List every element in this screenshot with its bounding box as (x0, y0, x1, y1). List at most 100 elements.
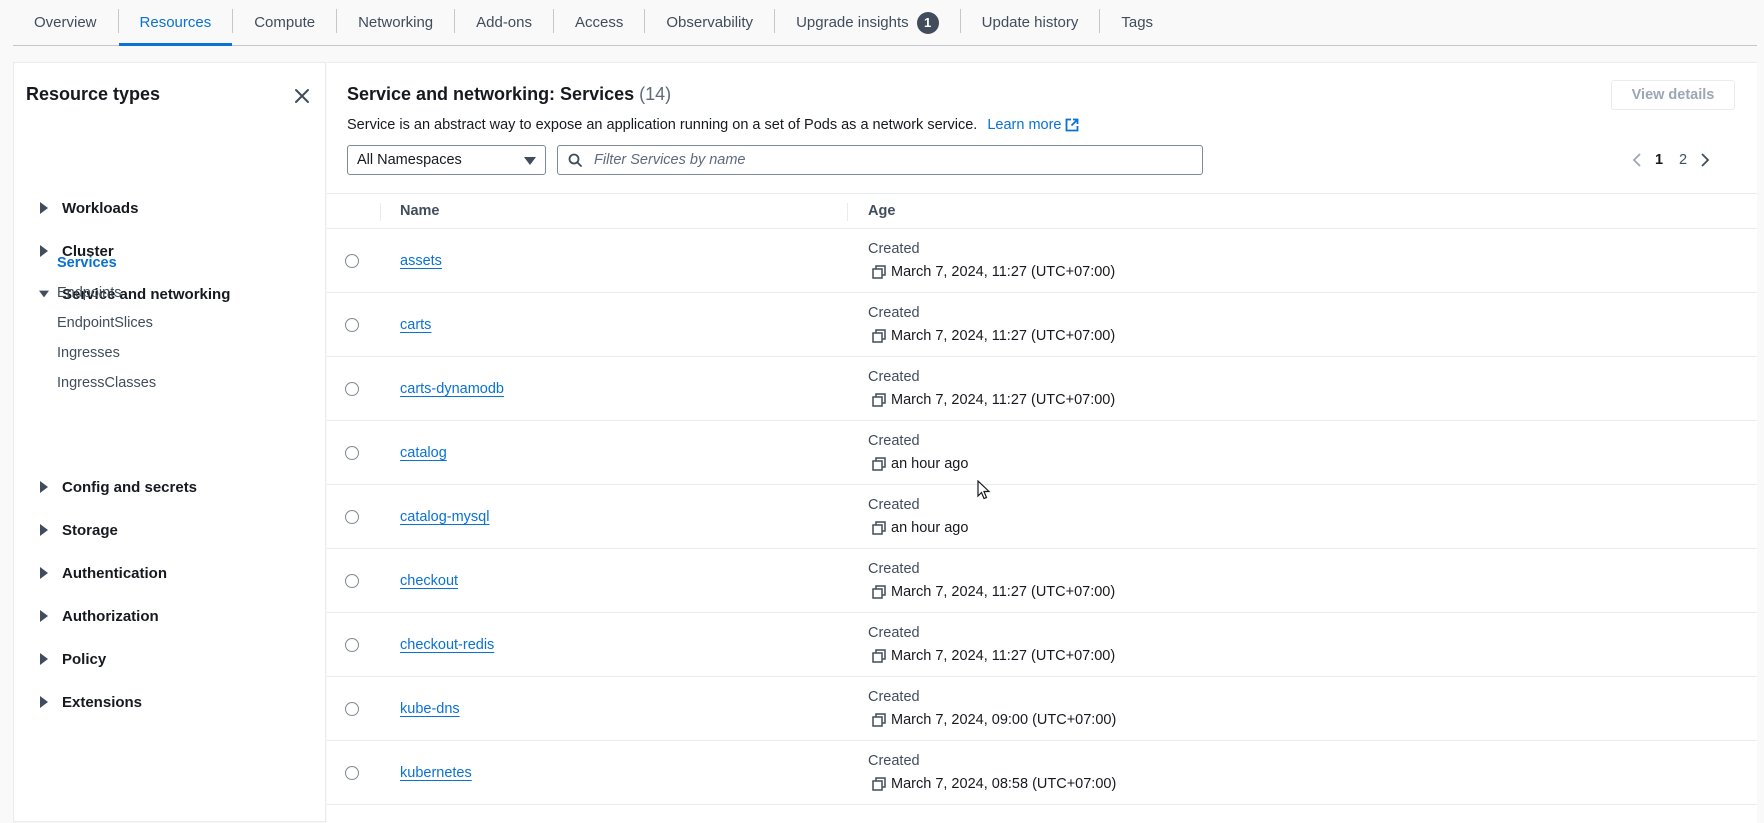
tab-label: Networking (358, 14, 434, 31)
row-radio[interactable] (345, 638, 359, 652)
nav-group-label: Storage (62, 521, 118, 539)
sidebar-item-ingressclasses[interactable]: IngressClasses (57, 375, 156, 391)
created-label: Created (868, 753, 920, 769)
copy-icon[interactable] (872, 649, 886, 663)
page-2[interactable]: 2 (1671, 152, 1695, 168)
filter-input[interactable] (592, 151, 1186, 169)
caret-down-icon (524, 157, 536, 165)
pagination: 1 2 (1627, 148, 1715, 172)
learn-more-label: Learn more (987, 117, 1062, 133)
created-date: March 7, 2024, 11:27 (UTC+07:00) (891, 392, 1116, 408)
nav-group-label: Authorization (62, 607, 159, 625)
tab-overview[interactable]: Overview (13, 0, 118, 45)
tab-label: Resources (139, 14, 212, 31)
created-value: March 7, 2024, 09:00 (UTC+07:00) (872, 712, 1116, 728)
table-row: assets Created March 7, 2024, 11:27 (UTC… (327, 229, 1757, 293)
row-radio[interactable] (345, 574, 359, 588)
resource-types-panel: Resource types Workloads Cluster Service… (13, 62, 326, 822)
service-link[interactable]: catalog-mysql (400, 509, 489, 525)
tab-tags[interactable]: Tags (1100, 0, 1174, 45)
created-value: March 7, 2024, 11:27 (UTC+07:00) (872, 392, 1115, 408)
created-date: March 7, 2024, 11:27 (UTC+07:00) (891, 264, 1116, 280)
namespace-select[interactable]: All Namespaces (347, 145, 546, 175)
column-header-age[interactable]: Age (868, 194, 895, 228)
row-radio[interactable] (345, 702, 359, 716)
tab-access[interactable]: Access (554, 0, 644, 45)
column-divider (380, 203, 381, 221)
service-link[interactable]: assets (400, 253, 442, 269)
sidebar-item-services[interactable]: Services (57, 255, 117, 271)
tab-label: Overview (34, 14, 97, 31)
created-date: an hour ago (891, 520, 969, 536)
nav-group-config-and-secrets[interactable]: Config and secrets (14, 475, 324, 499)
nav-group-storage[interactable]: Storage (14, 518, 324, 542)
service-link[interactable]: checkout (400, 573, 458, 589)
description-text: Service is an abstract way to expose an … (347, 117, 978, 133)
created-label: Created (868, 625, 920, 641)
sidebar-item-endpoints[interactable]: Endpoints (57, 285, 122, 301)
tab-resources[interactable]: Resources (118, 0, 233, 46)
caret-right-icon (40, 524, 48, 536)
created-value: March 7, 2024, 11:27 (UTC+07:00) (872, 328, 1115, 344)
column-header-name[interactable]: Name (400, 194, 440, 228)
nav-group-policy[interactable]: Policy (14, 647, 324, 671)
page-title: Service and networking: Services (14) (347, 84, 671, 105)
copy-icon[interactable] (872, 777, 886, 791)
created-date: March 7, 2024, 11:27 (UTC+07:00) (891, 648, 1116, 664)
nav-group-authorization[interactable]: Authorization (14, 604, 324, 628)
service-link[interactable]: checkout-redis (400, 637, 494, 653)
row-radio[interactable] (345, 766, 359, 780)
tab-networking[interactable]: Networking (337, 0, 454, 45)
created-value: March 7, 2024, 11:27 (UTC+07:00) (872, 648, 1115, 664)
nav-group-workloads[interactable]: Workloads (14, 196, 324, 220)
table-row: catalog-mysql Created an hour ago (327, 485, 1757, 549)
previous-page-icon[interactable] (1627, 150, 1647, 170)
tab-label: Update history (981, 14, 1079, 31)
tab-label: Access (575, 14, 624, 31)
namespace-select-value: All Namespaces (357, 152, 462, 168)
next-page-icon[interactable] (1695, 150, 1715, 170)
view-details-button[interactable]: View details (1611, 80, 1735, 110)
close-icon[interactable] (292, 86, 312, 106)
copy-icon[interactable] (872, 521, 886, 535)
table-row: checkout Created March 7, 2024, 11:27 (U… (327, 549, 1757, 613)
tab-update-history[interactable]: Update history (961, 0, 1100, 45)
copy-icon[interactable] (872, 393, 886, 407)
caret-right-icon (40, 202, 48, 214)
service-link[interactable]: kubernetes (400, 765, 472, 781)
copy-icon[interactable] (872, 585, 886, 599)
tab-observability[interactable]: Observability (645, 0, 774, 45)
copy-icon[interactable] (872, 457, 886, 471)
created-value: an hour ago (872, 456, 968, 472)
nav-group-authentication[interactable]: Authentication (14, 561, 324, 585)
item-count: (14) (639, 84, 672, 104)
tab-upgrade-insights[interactable]: Upgrade insights 1 (775, 0, 960, 45)
copy-icon[interactable] (872, 329, 886, 343)
nav-group-extensions[interactable]: Extensions (14, 690, 324, 714)
created-value: an hour ago (872, 520, 968, 536)
row-radio[interactable] (345, 446, 359, 460)
table-row: checkout-redis Created March 7, 2024, 11… (327, 613, 1757, 677)
copy-icon[interactable] (872, 265, 886, 279)
tab-add-ons[interactable]: Add-ons (455, 0, 553, 45)
copy-icon[interactable] (872, 713, 886, 727)
created-date: March 7, 2024, 08:58 (UTC+07:00) (891, 776, 1117, 792)
service-link[interactable]: carts-dynamodb (400, 381, 504, 397)
service-link[interactable]: kube-dns (400, 701, 460, 717)
row-radio[interactable] (345, 510, 359, 524)
created-label: Created (868, 241, 920, 257)
row-radio[interactable] (345, 254, 359, 268)
row-radio[interactable] (345, 318, 359, 332)
service-link[interactable]: carts (400, 317, 431, 333)
sidebar-item-endpointslices[interactable]: EndpointSlices (57, 315, 153, 331)
nav-group-label: Policy (62, 650, 107, 668)
learn-more-link[interactable]: Learn more (987, 117, 1079, 133)
sidebar-item-ingresses[interactable]: Ingresses (57, 345, 120, 361)
table-row: catalog Created an hour ago (327, 421, 1757, 485)
page-1[interactable]: 1 (1647, 152, 1671, 168)
resource-tabs: Overview Resources Compute Networking Ad… (13, 0, 1757, 46)
tab-compute[interactable]: Compute (233, 0, 336, 45)
row-radio[interactable] (345, 382, 359, 396)
created-label: Created (868, 369, 920, 385)
service-link[interactable]: catalog (400, 445, 447, 461)
